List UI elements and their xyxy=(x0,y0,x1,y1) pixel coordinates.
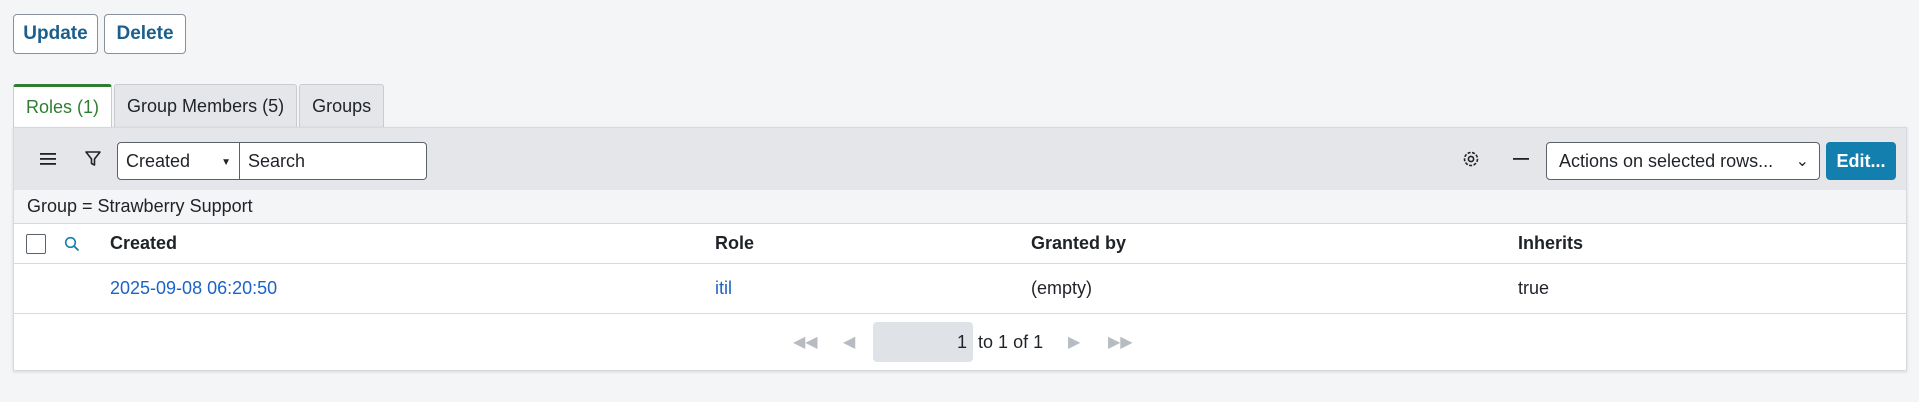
search-field-value: Created xyxy=(126,150,191,171)
column-header-created[interactable]: Created xyxy=(110,224,177,263)
last-page-icon[interactable]: ▶▶ xyxy=(1108,332,1133,352)
chevron-down-icon: ⌄ xyxy=(1795,153,1809,170)
edit-button[interactable]: Edit... xyxy=(1826,142,1896,180)
select-all-checkbox[interactable] xyxy=(26,234,46,254)
column-header-role[interactable]: Role xyxy=(715,224,754,263)
roles-list-panel: Created ▼ Actions on selected rows... ⌄ … xyxy=(13,127,1907,371)
pagination-of-label: of xyxy=(1013,332,1029,352)
table-row: 2025-09-08 06:20:50 itil (empty) true xyxy=(14,264,1906,314)
gear-icon[interactable] xyxy=(1458,146,1484,172)
caret-down-icon: ▼ xyxy=(221,157,231,168)
pagination-to-value: 1 xyxy=(998,332,1009,352)
filter-breadcrumb: Group = Strawberry Support xyxy=(14,190,1906,224)
list-toolbar: Created ▼ Actions on selected rows... ⌄ … xyxy=(14,128,1906,190)
related-lists-tabs: Roles (1) Group Members (5) Groups xyxy=(13,84,386,128)
search-icon[interactable] xyxy=(62,234,82,254)
pagination: ◀◀ ◀ to 1 of 1 ▶ ▶▶ xyxy=(14,314,1906,372)
actions-on-selected-rows-select[interactable]: Actions on selected rows... ⌄ xyxy=(1546,142,1820,180)
pagination-total: 1 xyxy=(1033,332,1044,352)
search-input[interactable] xyxy=(240,142,427,180)
tab-group-members[interactable]: Group Members (5) xyxy=(114,84,298,128)
column-header-granted-by[interactable]: Granted by xyxy=(1031,224,1126,263)
filter-icon[interactable] xyxy=(80,146,106,172)
search-field-select[interactable]: Created ▼ xyxy=(117,142,240,180)
role-cell-link[interactable]: itil xyxy=(715,264,732,313)
delete-button[interactable]: Delete xyxy=(104,14,186,54)
actions-select-value: Actions on selected rows... xyxy=(1559,150,1774,171)
page-number-input[interactable] xyxy=(873,322,973,362)
tab-groups[interactable]: Groups xyxy=(299,84,385,128)
collapse-icon[interactable] xyxy=(1508,146,1534,172)
tab-roles[interactable]: Roles (1) xyxy=(13,84,113,128)
column-header-inherits[interactable]: Inherits xyxy=(1518,224,1583,263)
first-page-icon[interactable]: ◀◀ xyxy=(793,332,818,352)
previous-page-icon[interactable]: ◀ xyxy=(843,332,855,352)
pagination-to-label: to xyxy=(978,332,994,352)
granted-by-cell: (empty) xyxy=(1031,278,1093,298)
pagination-summary: to 1 of 1 xyxy=(978,332,1043,353)
created-cell-link[interactable]: 2025-09-08 06:20:50 xyxy=(110,264,277,313)
table-header-row: Created Role Granted by Inherits xyxy=(14,224,1906,264)
update-button[interactable]: Update xyxy=(13,14,98,54)
hamburger-menu-icon[interactable] xyxy=(36,147,60,171)
breadcrumb-condition[interactable]: Group = Strawberry Support xyxy=(27,196,253,217)
next-page-icon[interactable]: ▶ xyxy=(1068,332,1080,352)
inherits-cell: true xyxy=(1518,278,1550,298)
